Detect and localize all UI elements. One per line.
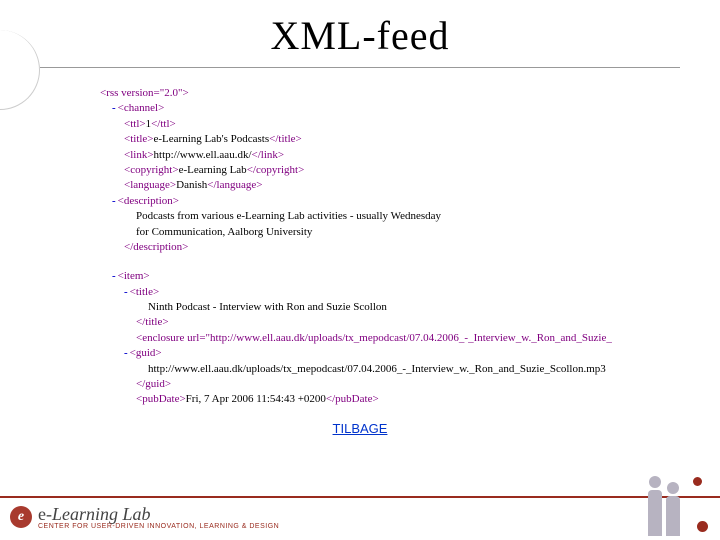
- logo-badge-icon: e: [10, 506, 32, 528]
- footer-logo-text: e-Learning Lab: [38, 504, 279, 525]
- footer-logo: e e-Learning Lab CENTER FOR USER-DRIVEN …: [10, 504, 279, 530]
- footer-logo-subtitle: CENTER FOR USER-DRIVEN INNOVATION, LEARN…: [38, 523, 279, 530]
- back-link[interactable]: TILBAGE: [333, 421, 388, 436]
- slide: XML-feed <rss version="2.0"> -<channel> …: [0, 0, 720, 540]
- footer: e e-Learning Lab CENTER FOR USER-DRIVEN …: [0, 498, 720, 540]
- decorative-figures-icon: [642, 466, 702, 536]
- xml-code-block: <rss version="2.0"> -<channel> <ttl>1</t…: [0, 68, 720, 408]
- page-title: XML-feed: [0, 0, 720, 59]
